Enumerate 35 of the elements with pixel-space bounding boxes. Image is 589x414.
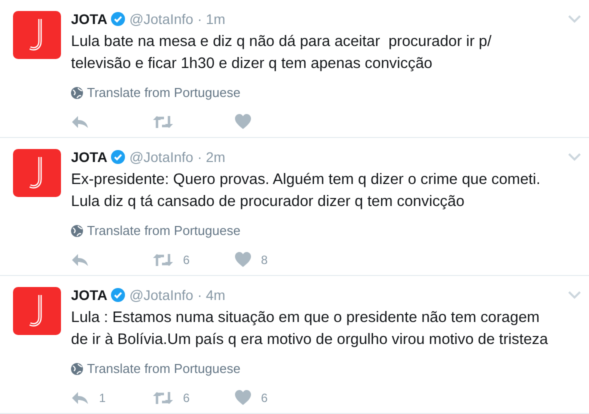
account-handle[interactable]: @JotaInfo [129, 287, 194, 303]
heart-icon[interactable] [235, 114, 251, 129]
caret-icon[interactable] [568, 15, 581, 23]
reply-icon[interactable] [71, 252, 89, 266]
caret-icon[interactable] [568, 153, 581, 161]
account-name[interactable]: JOTA [71, 11, 108, 27]
caret-icon[interactable] [568, 291, 581, 299]
timestamp[interactable]: · 1m [197, 11, 226, 27]
globe-icon [71, 224, 83, 236]
globe-icon [71, 362, 83, 374]
retweet-icon[interactable] [153, 390, 173, 404]
timestamp[interactable]: · 4m [197, 287, 226, 303]
retweet-count: 6 [183, 252, 190, 266]
tweet-text: Lula bate na mesa e diz q não dá para aceitar procurador ir p/ televisão e ficar 1h30 e dizer q tem apenas convicção [71, 32, 492, 74]
timestamp[interactable]: · 2m [197, 149, 226, 165]
avatar[interactable] [13, 287, 61, 335]
reply-count: 1 [99, 390, 106, 404]
tweet-text: Lula : Estamos numa situação em que o presidente não tem coragem de ir à Bolívia.Um país q era motivo de orgulho virou motivo de tristeza [71, 308, 549, 350]
reply-icon[interactable] [71, 114, 89, 128]
account-name[interactable]: JOTA [71, 149, 108, 165]
tweet-text: Ex-presidente: Quero provas. Alguém tem q dizer o crime que cometi. Lula diz q tá cansado de procurador dizer q tem convicção [71, 170, 542, 212]
like-count: 8 [261, 252, 268, 266]
retweet-icon[interactable] [153, 114, 173, 128]
like-count: 6 [261, 390, 268, 404]
account-name[interactable]: JOTA [71, 287, 108, 303]
heart-icon[interactable] [235, 252, 251, 267]
globe-icon [71, 86, 83, 98]
reply-icon[interactable] [71, 390, 89, 404]
account-handle[interactable]: @JotaInfo [129, 11, 194, 27]
heart-icon[interactable] [235, 390, 251, 405]
retweet-icon[interactable] [153, 252, 173, 266]
avatar[interactable] [13, 149, 61, 197]
avatar[interactable] [13, 11, 61, 59]
account-handle[interactable]: @JotaInfo [129, 149, 194, 165]
retweet-count: 6 [183, 390, 190, 404]
